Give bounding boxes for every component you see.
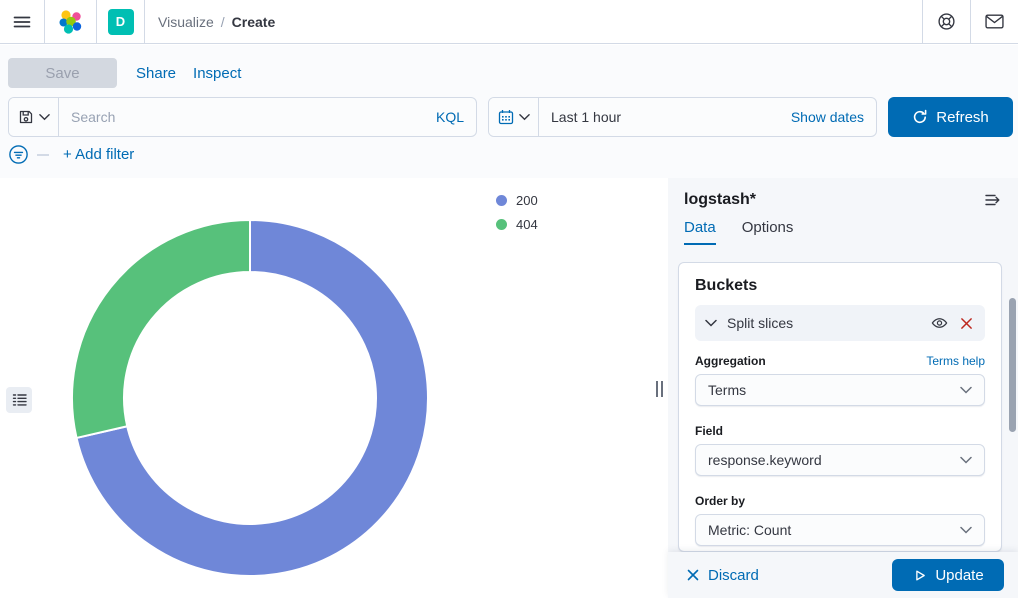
field-label: Field [695,424,985,438]
sidebar-header: logstash* [668,178,1018,209]
aggregation-label-row: Aggregation Terms help [695,354,985,368]
query-language-button[interactable]: KQL [436,109,476,125]
terms-help-link[interactable]: Terms help [926,354,985,368]
show-dates-button[interactable]: Show dates [791,109,876,125]
field-value: response.keyword [708,452,822,468]
elastic-logo-icon [58,9,84,35]
filter-icon[interactable] [8,144,29,165]
aggregation-label: Aggregation [695,354,766,368]
split-slices-accordion[interactable]: Split slices [695,305,985,341]
mail-icon [985,14,1004,29]
editor-action-bar: Discard Update [668,552,1018,598]
legend-item-404[interactable]: 404 [496,212,538,236]
save-icon [18,109,34,125]
home-logo-button[interactable] [45,0,96,44]
breadcrumb-create: Create [232,14,276,30]
select-chevron-icon [960,456,972,464]
play-icon [912,568,927,583]
order-by-label: Order by [695,494,985,508]
legend-dot [496,219,507,230]
space-selector-button[interactable]: D [97,0,144,44]
kibana-visualize-create-screen: D Visualize / Create [0,0,1018,598]
legend-label: 404 [516,217,538,232]
panel-scrollbar[interactable] [1009,298,1016,432]
update-button[interactable]: Update [892,559,1004,591]
legend-dot [496,195,507,206]
aggregation-select[interactable]: Terms [695,374,985,406]
collapse-sidebar-button[interactable] [984,192,1002,208]
panel-resizer-handle[interactable] [653,381,665,397]
toggle-visibility-button[interactable] [929,314,950,332]
legend-label: 200 [516,193,538,208]
search-input[interactable] [59,98,436,136]
donut-slice-404[interactable] [72,220,250,438]
inspect-button[interactable]: Inspect [193,65,241,82]
legend-toggle-icon [12,393,27,407]
eye-icon [931,316,948,330]
help-icon [937,12,956,31]
vis-editor-sidebar: logstash* Data Options Buckets Split slic… [668,178,1018,598]
buckets-card: Buckets Split slices [678,262,1002,552]
update-label: Update [935,567,983,584]
aggregation-value: Terms [708,382,746,398]
saved-query-menu-button[interactable] [9,98,59,136]
remove-x-icon [960,317,973,330]
tab-options[interactable]: Options [742,219,794,245]
order-by-value: Metric: Count [708,522,791,538]
order-by-select[interactable]: Metric: Count [695,514,985,546]
visualize-toolbar: Save Share Inspect [8,58,241,88]
help-button[interactable] [923,0,970,44]
chart-legend: 200 404 [496,188,538,236]
query-bar: KQL Last 1 hour Show dates [8,97,1013,137]
time-range-value[interactable]: Last 1 hour [539,109,791,125]
app-header: D Visualize / Create [0,0,1018,44]
collapse-panel-icon [984,192,1002,208]
menu-button[interactable] [0,0,44,44]
chevron-down-icon [705,319,717,327]
field-select[interactable]: response.keyword [695,444,985,476]
index-pattern-title: logstash* [684,191,756,209]
share-button[interactable]: Share [136,65,176,82]
discard-button[interactable]: Discard [686,567,759,584]
discard-label: Discard [708,567,759,584]
save-button[interactable]: Save [8,58,117,88]
buckets-heading: Buckets [695,277,985,295]
add-filter-button[interactable]: + Add filter [63,146,134,163]
select-chevron-icon [960,526,972,534]
date-picker-group: Last 1 hour Show dates [488,97,877,137]
space-badge: D [108,9,134,35]
legend-toggle-button[interactable] [6,387,32,413]
legend-item-200[interactable]: 200 [496,188,538,212]
panel-tabs: Data Options [668,209,1018,245]
breadcrumb-visualize[interactable]: Visualize [158,14,214,30]
tab-data[interactable]: Data [684,219,716,245]
visualization-canvas: 200 404 [0,178,666,598]
newsfeed-button[interactable] [971,0,1018,44]
refresh-icon [912,109,928,125]
calendar-icon [498,109,514,125]
chevron-down-icon [39,113,50,121]
quick-time-menu-button[interactable] [489,98,539,136]
refresh-label: Refresh [936,109,989,126]
bucket-row-label: Split slices [727,315,793,331]
hamburger-icon [12,12,32,32]
select-chevron-icon [960,386,972,394]
filter-bar: + Add filter [8,144,134,165]
discard-x-icon [686,568,700,582]
header-right-group [922,0,1018,44]
search-bar-group: KQL [8,97,477,137]
remove-bucket-button[interactable] [958,315,975,332]
donut-chart [50,188,450,588]
filter-bar-dash [37,154,49,156]
breadcrumb-separator: / [221,14,225,30]
refresh-button[interactable]: Refresh [888,97,1013,137]
chevron-down-icon [519,113,530,121]
breadcrumb: Visualize / Create [145,14,275,30]
sub-header: Save Share Inspect KQL [0,45,1018,178]
